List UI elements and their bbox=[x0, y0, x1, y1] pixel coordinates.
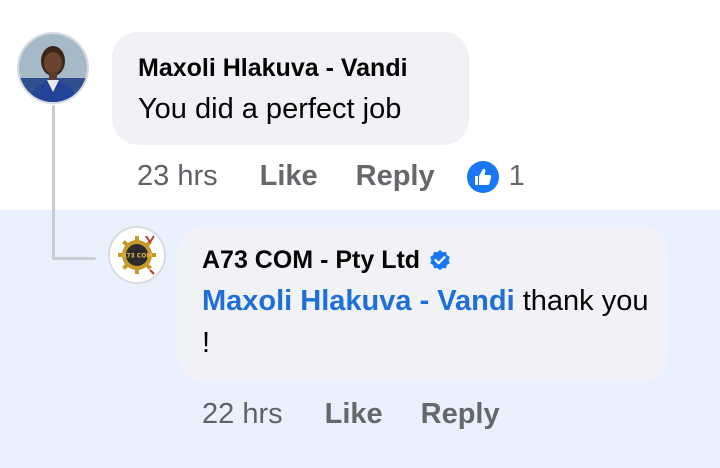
comment-timestamp[interactable]: 23 hrs bbox=[137, 160, 218, 193]
commenter-photo bbox=[19, 34, 87, 102]
reply-author-row: A73 COM - Pty Ltd bbox=[202, 246, 452, 275]
comment-author[interactable]: Maxoli Hlakuva - Vandi bbox=[138, 54, 408, 83]
a73-com-logo: A73 COM bbox=[110, 228, 164, 282]
reply-reply-button[interactable]: Reply bbox=[421, 398, 500, 431]
logo-text: A73 COM bbox=[122, 253, 153, 260]
reply-bubble: A73 COM - Pty Ltd Maxoli Hlakuva - Vandi… bbox=[178, 226, 668, 382]
reply-actions: 22 hrs Like Reply bbox=[202, 398, 538, 431]
reply-text-container: Maxoli Hlakuva - Vandi thank you ! bbox=[202, 280, 652, 364]
comment-text: You did a perfect job bbox=[138, 93, 402, 125]
page-logo-avatar[interactable]: A73 COM bbox=[108, 226, 166, 284]
comment-actions: 23 hrs Like Reply 1 bbox=[137, 160, 525, 193]
thread-connector-horizontal bbox=[52, 257, 96, 260]
thread-connector-vertical bbox=[52, 105, 55, 260]
thumbs-up-icon[interactable] bbox=[466, 160, 499, 193]
reply-like-button[interactable]: Like bbox=[325, 398, 383, 431]
comment-bubble: Maxoli Hlakuva - Vandi You did a perfect… bbox=[112, 32, 469, 145]
reply-author[interactable]: A73 COM - Pty Ltd bbox=[202, 246, 420, 275]
mention-link[interactable]: Maxoli Hlakuva - Vandi bbox=[202, 285, 515, 317]
comment-thread: Maxoli Hlakuva - Vandi You did a perfect… bbox=[0, 0, 720, 468]
reply-button[interactable]: Reply bbox=[356, 160, 435, 193]
like-button[interactable]: Like bbox=[260, 160, 318, 193]
reaction-count[interactable]: 1 bbox=[509, 160, 525, 193]
verified-badge-icon bbox=[430, 249, 450, 270]
reply-timestamp[interactable]: 22 hrs bbox=[202, 398, 283, 431]
commenter-avatar[interactable] bbox=[17, 32, 89, 104]
